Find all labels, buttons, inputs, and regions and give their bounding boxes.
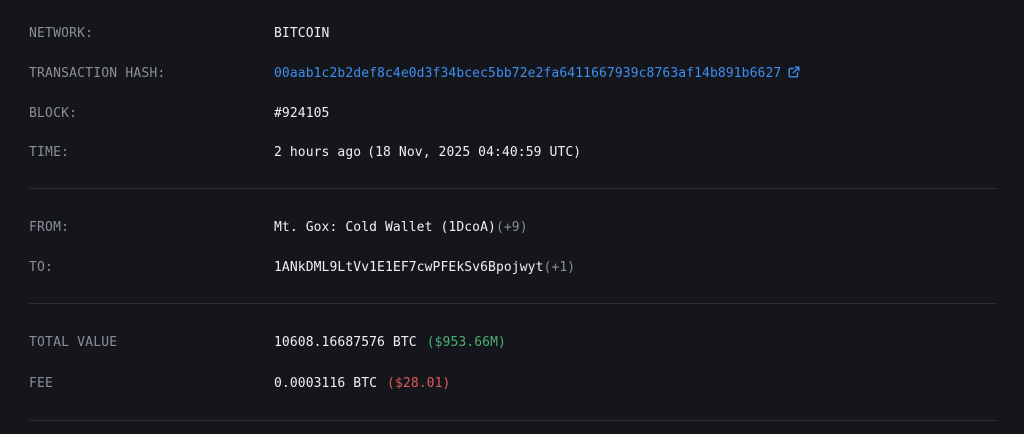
from-value: Mt. Gox: Cold Wallet (1DcoA)(+9)	[274, 220, 528, 235]
time-absolute: (18 Nov, 2025 04:40:59 UTC)	[367, 145, 582, 160]
to-value: 1ANkDML9LtVv1E1EF7cwPFEkSv6Bpojwyt(+1)	[274, 260, 575, 275]
total-value-btc: 10608.16687576 BTC	[274, 335, 417, 350]
to-address[interactable]: 1ANkDML9LtVv1E1EF7cwPFEkSv6Bpojwyt	[274, 260, 544, 275]
fee-usd: ($28.01)	[387, 376, 451, 391]
total-value: 10608.16687576 BTC ($953.66M)	[274, 335, 506, 350]
to-label: TO:	[29, 260, 54, 275]
network-value: BITCOIN	[274, 26, 330, 41]
section-divider	[29, 420, 997, 421]
fee-value: 0.0003116 BTC ($28.01)	[274, 376, 450, 391]
total-value-label: TOTAL VALUE	[29, 335, 118, 350]
transaction-hash-link[interactable]: 00aab1c2b2def8c4e0d3f34bcec5bb72e2fa6411…	[274, 66, 781, 81]
fee-label: FEE	[29, 376, 54, 391]
external-link-icon[interactable]	[788, 66, 800, 82]
time-value: 2 hours ago (18 Nov, 2025 04:40:59 UTC)	[274, 145, 581, 160]
total-value-usd: ($953.66M)	[426, 335, 506, 350]
transaction-hash-label: TRANSACTION HASH:	[29, 66, 166, 81]
to-extra-count[interactable]: (+1)	[544, 260, 576, 275]
fee-btc: 0.0003116 BTC	[274, 376, 378, 391]
from-address[interactable]: Mt. Gox: Cold Wallet (1DcoA)	[274, 220, 496, 235]
block-value[interactable]: #924105	[274, 106, 330, 121]
from-extra-count[interactable]: (+9)	[496, 220, 528, 235]
block-label: BLOCK:	[29, 106, 78, 121]
transaction-hash-row: 00aab1c2b2def8c4e0d3f34bcec5bb72e2fa6411…	[274, 66, 800, 82]
network-label: NETWORK:	[29, 26, 94, 41]
section-divider	[29, 188, 997, 189]
section-divider	[29, 303, 997, 304]
from-label: FROM:	[29, 220, 70, 235]
time-label: TIME:	[29, 145, 70, 160]
time-relative: 2 hours ago	[274, 145, 362, 160]
